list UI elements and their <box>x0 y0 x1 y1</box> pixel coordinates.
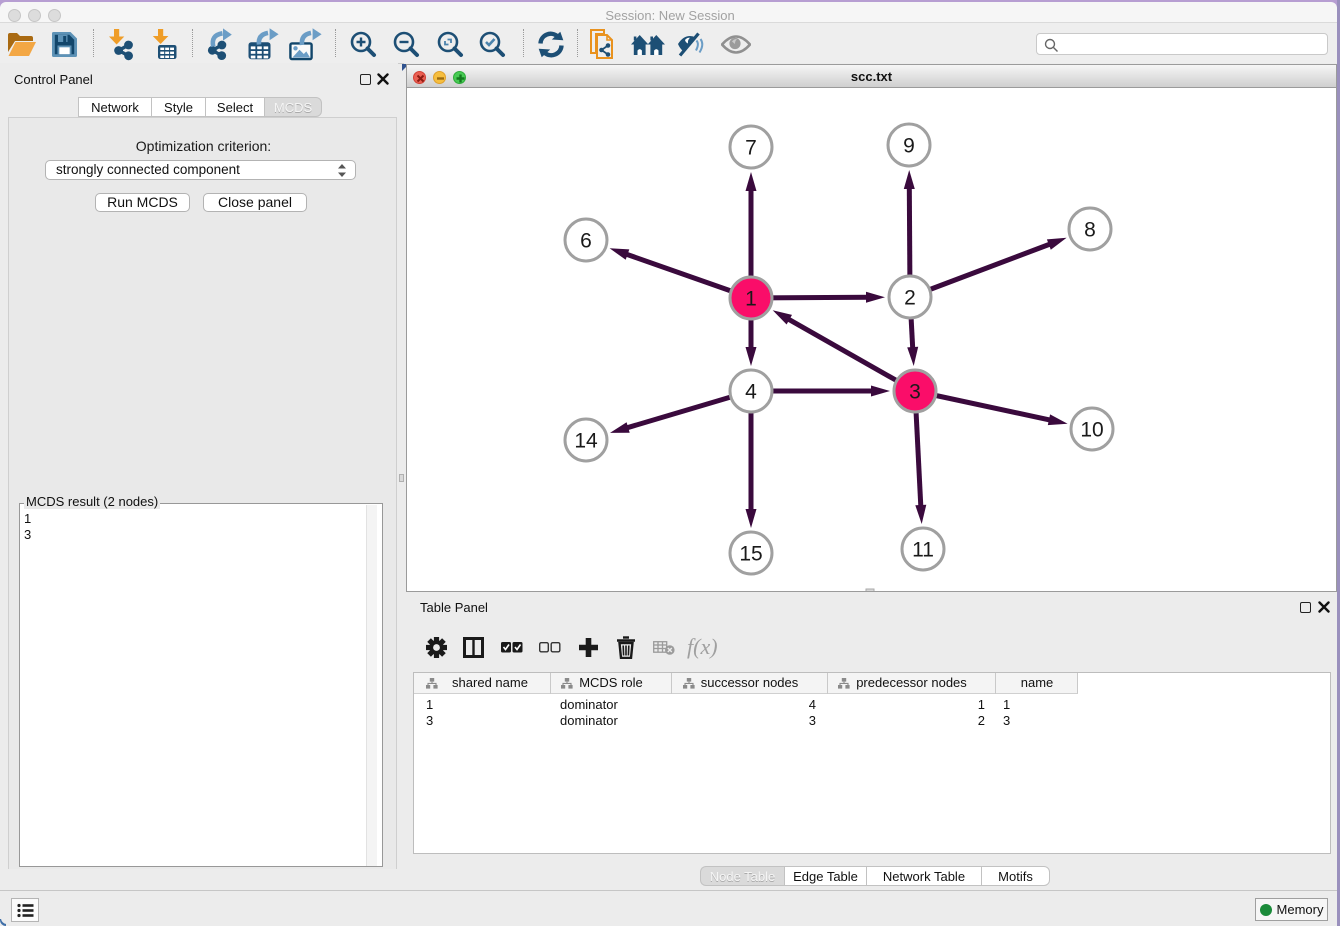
svg-text:6: 6 <box>580 230 592 253</box>
svg-text:7: 7 <box>745 137 757 160</box>
svg-text:10: 10 <box>1080 419 1103 442</box>
svg-text:1: 1 <box>745 288 757 311</box>
svg-text:4: 4 <box>745 381 757 404</box>
svg-text:9: 9 <box>903 135 915 158</box>
svg-text:11: 11 <box>912 539 934 562</box>
svg-text:14: 14 <box>574 430 598 453</box>
svg-text:2: 2 <box>904 287 916 310</box>
svg-text:15: 15 <box>739 543 762 566</box>
svg-text:8: 8 <box>1084 219 1096 242</box>
svg-text:3: 3 <box>909 381 921 404</box>
